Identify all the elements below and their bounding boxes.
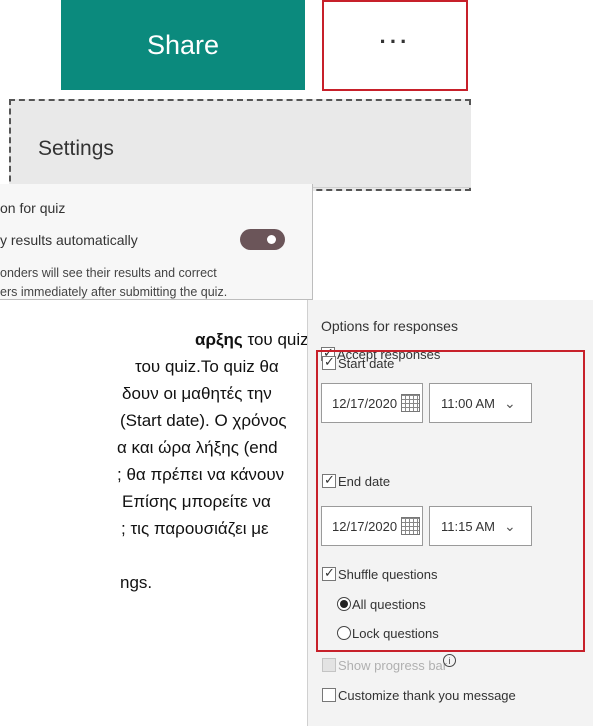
lock-questions-radio[interactable] bbox=[337, 626, 351, 640]
paragraph-line: του quiz.Το quiz θα bbox=[135, 357, 279, 376]
start-date-label: Start date bbox=[338, 356, 395, 371]
paragraph-line: Επίσης μπορείτε να bbox=[122, 492, 271, 511]
end-date-input[interactable]: 12/17/2020 bbox=[321, 506, 423, 546]
toggle-knob bbox=[267, 235, 276, 244]
shuffle-questions-label: Shuffle questions bbox=[338, 567, 438, 582]
chevron-down-icon: ⌄ bbox=[503, 394, 516, 411]
more-options-button[interactable]: ··· bbox=[322, 0, 468, 91]
quiz-description-line: onders will see their results and correc… bbox=[0, 266, 217, 280]
end-date-value: 12/17/2020 bbox=[332, 518, 398, 534]
paragraph-bold-text: αρξης bbox=[195, 330, 243, 349]
lock-questions-label: Lock questions bbox=[352, 626, 439, 641]
info-icon[interactable]: i bbox=[443, 654, 456, 667]
show-results-label: y results automatically bbox=[0, 232, 138, 248]
calendar-icon[interactable] bbox=[401, 517, 421, 535]
paragraph-line: α και ώρα λήξης (end bbox=[117, 438, 278, 457]
show-progress-bar-checkbox[interactable] bbox=[322, 658, 336, 672]
end-date-checkbox[interactable] bbox=[322, 472, 336, 488]
start-date-value: 12/17/2020 bbox=[332, 395, 398, 411]
chevron-down-icon: ⌄ bbox=[503, 517, 516, 534]
quiz-description-line: ers immediately after submitting the qui… bbox=[0, 285, 228, 299]
show-progress-bar-label: Show progress bar bbox=[338, 658, 448, 673]
quiz-options-title: on for quiz bbox=[0, 200, 66, 216]
settings-menu-item[interactable]: Settings bbox=[16, 108, 471, 188]
show-results-toggle[interactable] bbox=[240, 229, 285, 250]
settings-label: Settings bbox=[38, 137, 114, 160]
paragraph-line: (Start date). Ο χρόνος bbox=[120, 411, 287, 430]
end-date-label: End date bbox=[338, 474, 391, 489]
end-time-value: 11:15 AM bbox=[441, 518, 495, 534]
paragraph-line: ngs. bbox=[120, 573, 153, 592]
calendar-icon[interactable] bbox=[401, 394, 421, 412]
options-panel-title: Options for responses bbox=[321, 318, 458, 334]
more-dots-icon: ··· bbox=[379, 28, 411, 54]
paragraph-line: ; θα πρέπει να κάνουν bbox=[117, 465, 285, 484]
start-date-input[interactable]: 12/17/2020 bbox=[321, 383, 423, 423]
shuffle-questions-checkbox[interactable] bbox=[322, 565, 336, 581]
all-questions-label: All questions bbox=[352, 597, 426, 612]
end-time-select[interactable]: 11:15 AM ⌄ bbox=[429, 506, 532, 546]
paragraph-line: δουν οι μαθητές την bbox=[122, 384, 272, 403]
start-date-checkbox[interactable] bbox=[322, 354, 336, 370]
start-time-value: 11:00 AM bbox=[441, 395, 495, 411]
paragraph-line: ; τις παρουσιάζει με bbox=[121, 519, 269, 538]
customize-thank-you-label: Customize thank you message bbox=[338, 688, 516, 703]
share-button[interactable]: Share bbox=[61, 0, 305, 90]
customize-thank-you-checkbox[interactable] bbox=[322, 688, 336, 702]
all-questions-radio[interactable] bbox=[337, 597, 351, 611]
start-time-select[interactable]: 11:00 AM ⌄ bbox=[429, 383, 532, 423]
